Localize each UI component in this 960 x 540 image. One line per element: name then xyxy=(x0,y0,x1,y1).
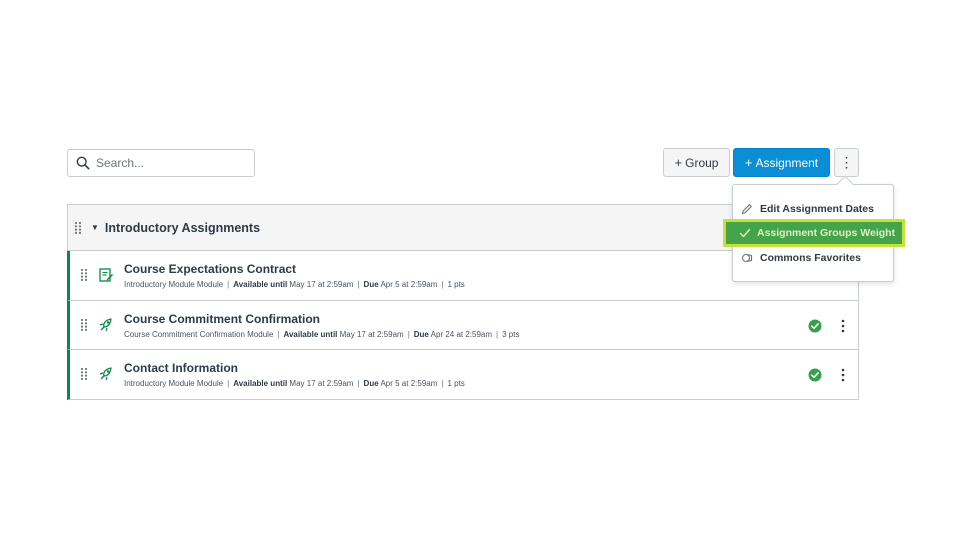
add-assignment-label: Assignment xyxy=(755,155,819,170)
due-date: Apr 24 at 2:59am xyxy=(430,329,493,339)
plus-icon: + xyxy=(674,155,683,170)
available-date: May 17 at 2:59am xyxy=(289,379,354,388)
available-label: Available until xyxy=(283,329,338,339)
due-date: Apr 5 at 2:59am xyxy=(380,280,438,289)
assignment-row[interactable]: Course Commitment Confirmation Course Co… xyxy=(67,300,858,350)
menu-item-commons-favorites[interactable]: Commons Favorites xyxy=(733,247,893,269)
search-icon xyxy=(76,156,90,170)
available-label: Available until xyxy=(233,379,288,388)
menu-item-label: Commons Favorites xyxy=(760,252,861,264)
module-name: Introductory Module Module xyxy=(124,379,224,388)
pencil-icon xyxy=(741,204,752,215)
add-assignment-button[interactable]: + Assignment xyxy=(733,148,830,177)
search-input[interactable] xyxy=(96,156,246,170)
drag-handle-icon[interactable] xyxy=(79,367,89,381)
drag-handle-icon[interactable] xyxy=(79,318,89,332)
assignment-title[interactable]: Contact Information xyxy=(124,361,238,375)
assignment-title[interactable]: Course Expectations Contract xyxy=(124,262,296,276)
assignment-row[interactable]: Contact Information Introductory Module … xyxy=(67,350,858,400)
menu-item-label: Assignment Groups Weight xyxy=(757,227,896,239)
plus-icon: + xyxy=(744,155,753,170)
available-date: May 17 at 2:59am xyxy=(289,280,354,289)
assignment-icon xyxy=(99,268,113,282)
assignment-meta: Course Commitment Confirmation Module | Av… xyxy=(124,329,520,339)
due-label: Due xyxy=(363,379,379,388)
quiz-icon xyxy=(99,367,112,381)
available-label: Available until xyxy=(233,280,288,289)
published-check-icon[interactable] xyxy=(808,319,822,333)
search-box[interactable] xyxy=(67,149,255,177)
collapse-caret-icon[interactable]: ▼ xyxy=(91,223,99,232)
kebab-menu-icon[interactable] xyxy=(838,317,848,335)
drag-handle-icon[interactable] xyxy=(73,221,83,235)
menu-item-label: Edit Assignment Dates xyxy=(760,203,874,215)
add-group-label: Group xyxy=(685,155,719,170)
add-group-button[interactable]: + Group xyxy=(663,148,730,177)
points: 1 pts xyxy=(447,280,465,289)
module-name: Course Commitment Confirmation Module xyxy=(124,329,274,339)
group-title: Introductory Assignments xyxy=(104,220,261,235)
kebab-menu-icon[interactable] xyxy=(838,366,848,384)
check-icon xyxy=(739,228,751,238)
assignment-meta: Introductory Module Module | Available unt… xyxy=(124,379,465,388)
module-name: Introductory Module Module xyxy=(124,280,224,289)
due-label: Due xyxy=(413,329,429,339)
more-options-button[interactable]: ⋮ xyxy=(834,148,859,177)
points: 1 pts xyxy=(447,379,465,388)
due-label: Due xyxy=(363,280,379,289)
available-date: May 17 at 2:59am xyxy=(339,329,404,339)
assignment-title[interactable]: Course Commitment Confirmation xyxy=(124,312,320,326)
assignment-meta: Introductory Module Module | Available unt… xyxy=(124,280,465,289)
menu-item-assignment-groups-weight[interactable]: Assignment Groups Weight xyxy=(723,219,905,247)
published-check-icon[interactable] xyxy=(808,368,822,382)
drag-handle-icon[interactable] xyxy=(79,268,89,282)
quiz-icon xyxy=(99,317,112,331)
menu-item-edit-assignment-dates[interactable]: Edit Assignment Dates xyxy=(733,198,893,220)
kebab-icon: ⋮ xyxy=(839,154,854,170)
due-date: Apr 5 at 2:59am xyxy=(380,379,438,388)
points: 3 pts xyxy=(502,329,520,339)
commons-icon xyxy=(741,253,753,263)
